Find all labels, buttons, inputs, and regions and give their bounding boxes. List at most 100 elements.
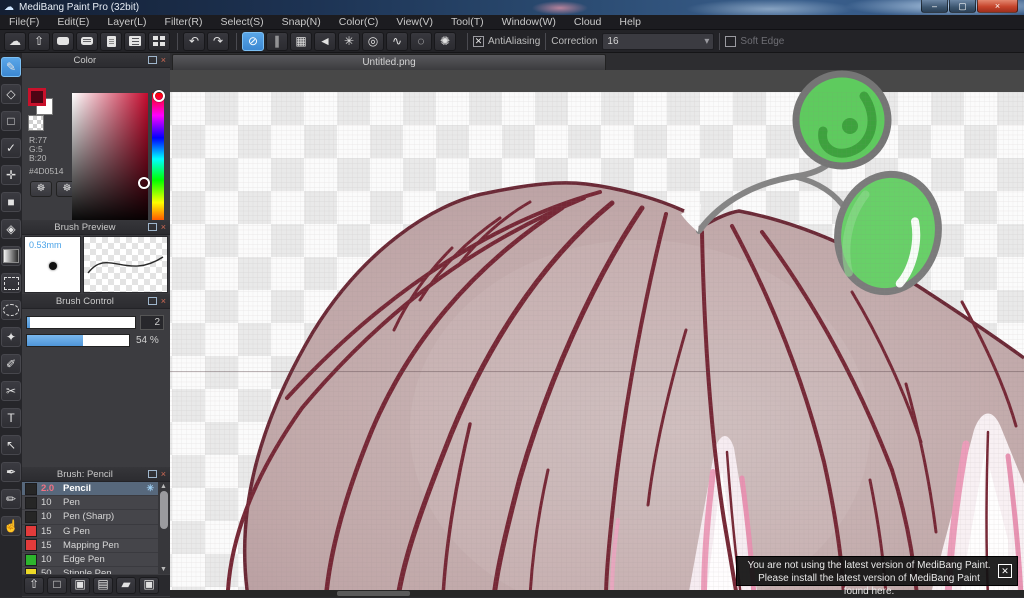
- popout-icon[interactable]: [147, 297, 157, 305]
- palette-button[interactable]: ☸: [30, 181, 52, 197]
- hue-indicator[interactable]: [153, 90, 165, 102]
- menu-selects[interactable]: Select(S): [211, 15, 272, 30]
- upload-button[interactable]: ⇧: [28, 31, 50, 51]
- menu-edite[interactable]: Edit(E): [48, 15, 98, 30]
- select-pen-tool-button[interactable]: ✐: [1, 354, 21, 374]
- dot-tool-button[interactable]: ✓: [1, 138, 21, 158]
- menu-toolt[interactable]: Tool(T): [442, 15, 493, 30]
- hand-tool-button[interactable]: ☝: [1, 516, 21, 536]
- select-eraser-tool-button[interactable]: ✂: [1, 381, 21, 401]
- hue-bar[interactable]: [152, 90, 165, 225]
- brush-row-pen[interactable]: 10 Pen: [22, 496, 158, 511]
- scroll-up-icon[interactable]: ▲: [160, 483, 167, 490]
- close-icon[interactable]: ×: [161, 55, 166, 65]
- bucket-tool-button[interactable]: ◈: [1, 219, 21, 239]
- eyedropper-tool-button[interactable]: ✒: [1, 462, 21, 482]
- snap-vanishing-point-button[interactable]: ◄: [314, 31, 336, 51]
- brush-name: Edge Pen: [63, 554, 105, 566]
- close-icon[interactable]: ×: [161, 469, 166, 479]
- menu-colorc[interactable]: Color(C): [330, 15, 388, 30]
- brush-row-edge-pen[interactable]: 10 Edge Pen: [22, 553, 158, 568]
- brush-panel: Brush: Pencil × 2.0 Pencil ✳ 10 Pen 10 Pen (Sh…: [22, 467, 170, 597]
- brush-folder-button[interactable]: ▰: [116, 577, 136, 594]
- figure-tool-button[interactable]: □: [1, 111, 21, 131]
- menu-filef[interactable]: File(F): [0, 15, 48, 30]
- new-brush-options-button[interactable]: ▣: [70, 577, 90, 594]
- snap-ellipse-button[interactable]: ◌: [410, 31, 432, 51]
- move-tool-button[interactable]: ✛: [1, 165, 21, 185]
- snap-curve-button[interactable]: ∿: [386, 31, 408, 51]
- close-button[interactable]: ×: [977, 0, 1018, 13]
- redo-button[interactable]: ↷: [207, 31, 229, 51]
- soft-edge-checkbox[interactable]: ✕: [725, 35, 737, 47]
- brush-row-stipple-pen[interactable]: 50 Stipple Pen: [22, 567, 158, 574]
- undo-button[interactable]: ↶: [183, 31, 205, 51]
- snap-parallel-button[interactable]: ∥: [266, 31, 288, 51]
- gradient-tool-button[interactable]: [1, 246, 21, 266]
- brush-size-value[interactable]: 2: [140, 315, 164, 330]
- snap-radial-button[interactable]: ✳: [338, 31, 360, 51]
- document-button[interactable]: [100, 31, 122, 51]
- menu-help[interactable]: Help: [610, 15, 650, 30]
- menu-snapn[interactable]: Snap(N): [273, 15, 330, 30]
- correction-select[interactable]: 16 ▾: [602, 32, 715, 50]
- sv-indicator[interactable]: [138, 177, 150, 189]
- brush-list-scrollbar[interactable]: ▲ ▼: [158, 482, 170, 574]
- snap-settings-button[interactable]: ✺: [434, 31, 456, 51]
- snap-concentric-button[interactable]: ◎: [362, 31, 384, 51]
- dot-tool-icon: ✓: [5, 141, 17, 155]
- close-icon[interactable]: ×: [161, 222, 166, 232]
- brush-size-slider[interactable]: [26, 316, 136, 329]
- brush-row-pencil[interactable]: 2.0 Pencil ✳: [22, 482, 158, 497]
- chat-button[interactable]: [76, 31, 98, 51]
- popout-icon[interactable]: [147, 56, 157, 64]
- foreground-color-swatch[interactable]: [28, 88, 46, 106]
- brush-settings-gear-icon[interactable]: ✳: [146, 483, 154, 494]
- antialiasing-checkbox[interactable]: ✕: [473, 35, 484, 47]
- window-layout-button[interactable]: [148, 31, 170, 51]
- snap-off-button[interactable]: ⊘: [242, 31, 264, 51]
- divide-tool-button[interactable]: ✏: [1, 489, 21, 509]
- minimize-button[interactable]: –: [921, 0, 948, 13]
- copy-brush-button[interactable]: ▣: [139, 577, 159, 594]
- operation-tool-button[interactable]: ↖: [1, 435, 21, 455]
- saturation-value-box[interactable]: [72, 93, 150, 225]
- brush-row-mapping-pen[interactable]: 15 Mapping Pen: [22, 539, 158, 553]
- close-icon[interactable]: ×: [161, 296, 166, 306]
- popout-icon[interactable]: [147, 223, 157, 231]
- script-brush-button[interactable]: ▤: [93, 577, 113, 594]
- menu-cloud[interactable]: Cloud: [565, 15, 610, 30]
- maximize-button[interactable]: ▢: [949, 0, 976, 13]
- brush-tool-button[interactable]: ✎: [1, 57, 21, 77]
- text-tool-button[interactable]: T: [1, 408, 21, 428]
- brush-row-pen-sharp-[interactable]: 10 Pen (Sharp): [22, 510, 158, 525]
- popout-icon[interactable]: [147, 470, 157, 478]
- hscrollbar-thumb[interactable]: [337, 591, 410, 596]
- eraser-tool-button[interactable]: ◇: [1, 84, 21, 104]
- antialiasing-label: AntiAliasing: [488, 35, 541, 47]
- magic-wand-tool-button[interactable]: ✦: [1, 327, 21, 347]
- fill-rect-tool-button[interactable]: ■: [1, 192, 21, 212]
- new-brush-button[interactable]: □: [47, 577, 67, 594]
- menu-filterr[interactable]: Filter(R): [156, 15, 212, 30]
- comment-button[interactable]: [52, 31, 74, 51]
- magic-wand-tool-icon: ✦: [5, 330, 17, 344]
- menu-viewv[interactable]: View(V): [387, 15, 442, 30]
- menu-layerl[interactable]: Layer(L): [98, 15, 155, 30]
- cloud-button[interactable]: ☁: [4, 31, 26, 51]
- canvas-area[interactable]: [170, 70, 1024, 598]
- scrollbar-thumb[interactable]: [160, 491, 168, 529]
- select-tool-button[interactable]: [1, 273, 21, 293]
- document-tab[interactable]: Untitled.png: [172, 54, 606, 70]
- brush-opacity-slider[interactable]: [26, 334, 130, 347]
- lasso-tool-button[interactable]: [1, 300, 21, 320]
- brush-row-g-pen[interactable]: 15 G Pen: [22, 525, 158, 539]
- scroll-down-icon[interactable]: ▼: [160, 566, 167, 573]
- material-panel-button[interactable]: [124, 31, 146, 51]
- cloud-upload-brush-button[interactable]: ⇧: [24, 577, 44, 594]
- transparent-color-swatch[interactable]: [28, 115, 44, 131]
- snap-concentric-icon: ◎: [367, 34, 379, 48]
- menu-windoww[interactable]: Window(W): [493, 15, 565, 30]
- snap-grid-button[interactable]: ▦: [290, 31, 312, 51]
- notification-close-button[interactable]: ✕: [998, 564, 1012, 578]
